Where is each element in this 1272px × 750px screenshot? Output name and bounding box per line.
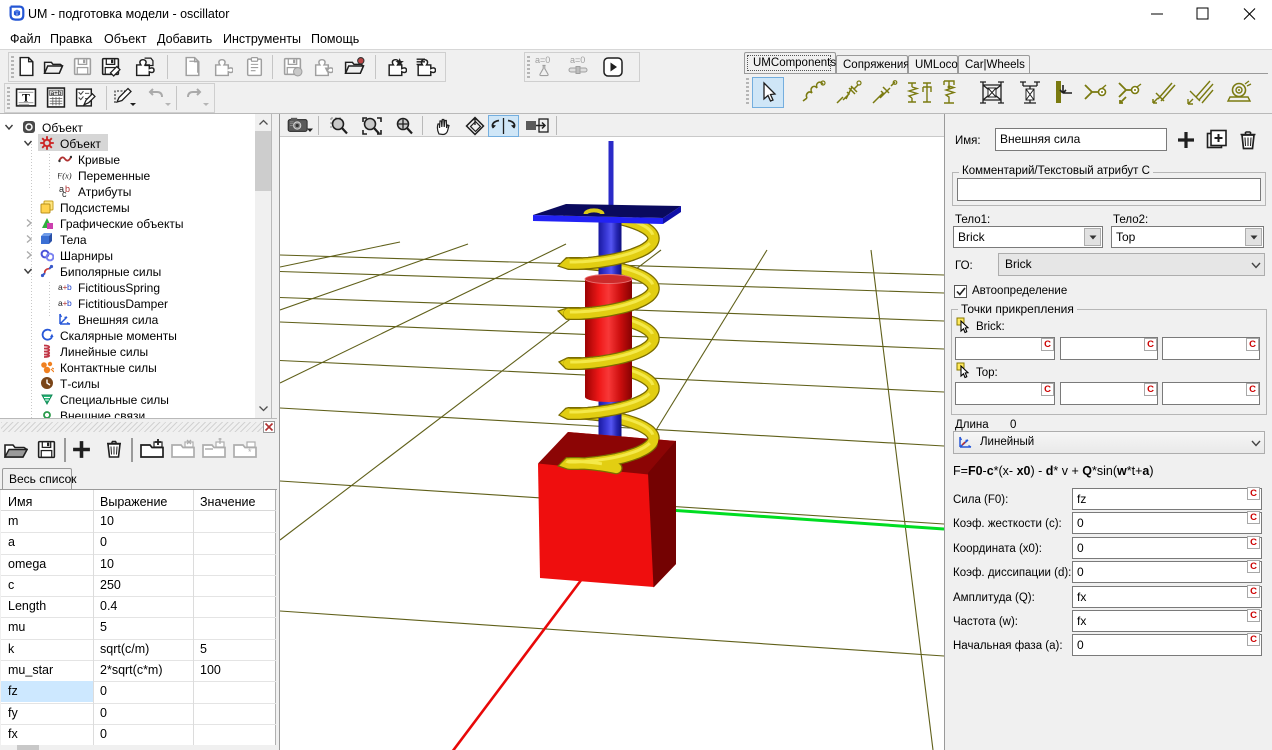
svg-text:b: b bbox=[67, 298, 72, 308]
svg-text:*: * bbox=[248, 447, 252, 457]
svg-text:a+b: a+b bbox=[51, 90, 62, 97]
svg-text:c: c bbox=[62, 189, 67, 198]
svg-text:b: b bbox=[67, 282, 72, 292]
svg-text:F(x): F(x) bbox=[58, 171, 72, 181]
svg-text:T: T bbox=[22, 93, 30, 105]
